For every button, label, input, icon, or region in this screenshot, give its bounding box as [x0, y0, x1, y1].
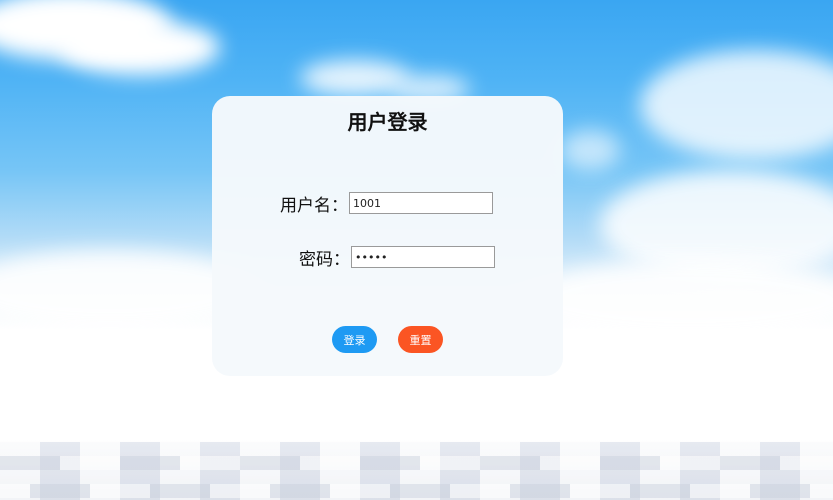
login-card: 用户登录 用户名： 密码： 登录 重置: [212, 96, 563, 376]
login-title: 用户登录: [347, 110, 428, 134]
cloud: [640, 50, 833, 160]
password-label: 密码：: [299, 250, 350, 270]
cloud: [520, 260, 833, 340]
username-input[interactable]: [349, 192, 493, 214]
username-label: 用户名：: [280, 196, 348, 216]
reset-button[interactable]: 重置: [398, 326, 443, 353]
floor-tiles: [0, 456, 833, 470]
login-button[interactable]: 登录: [332, 326, 377, 353]
cloud: [60, 20, 220, 75]
sky-background: 用户登录 用户名： 密码： 登录 重置: [0, 0, 833, 500]
floor-tiles: [0, 484, 833, 498]
cloud: [560, 130, 620, 170]
password-input[interactable]: [351, 246, 495, 268]
